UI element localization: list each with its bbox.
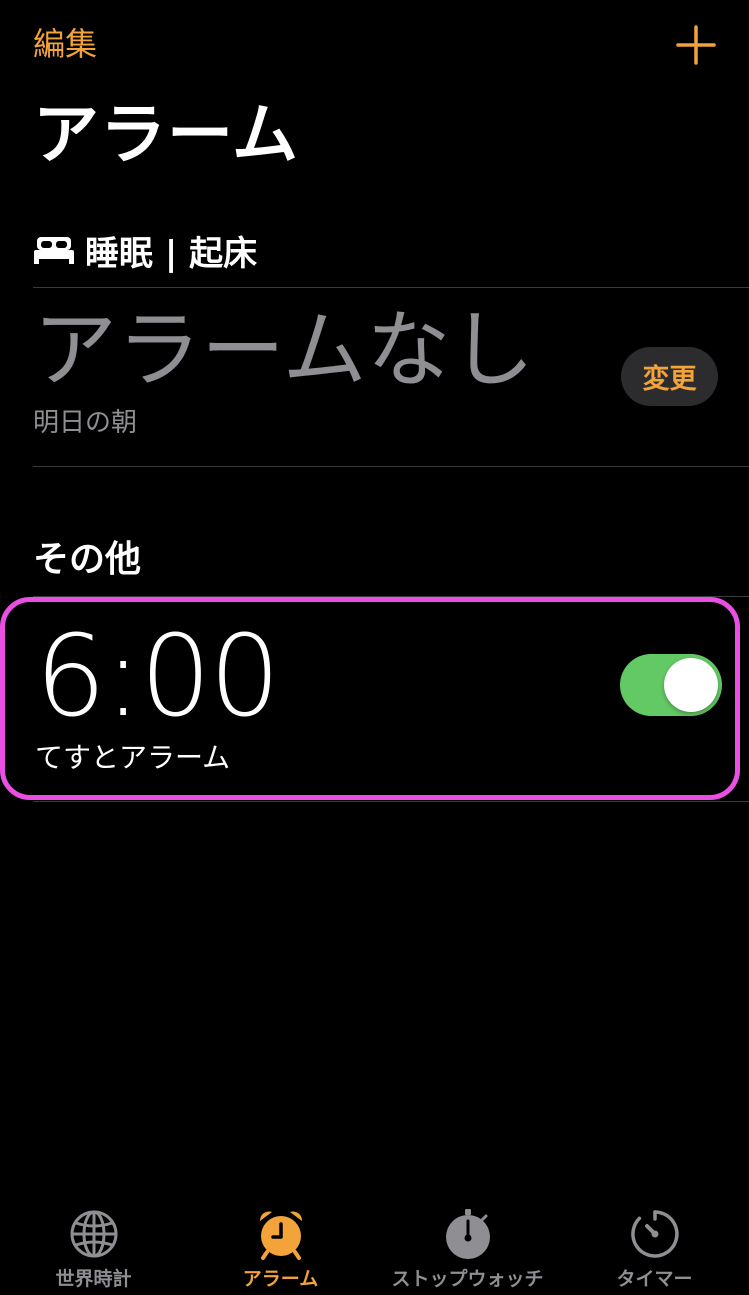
divider bbox=[33, 801, 749, 802]
tab-timer[interactable]: タイマー bbox=[561, 1195, 748, 1295]
alarm-time: 6:00 bbox=[35, 612, 281, 742]
add-alarm-button[interactable] bbox=[674, 23, 718, 67]
sleep-subtitle: 明日の朝 bbox=[33, 408, 138, 438]
tab-alarm[interactable]: アラーム bbox=[187, 1195, 374, 1295]
alarm-label: てすとアラーム bbox=[35, 741, 231, 774]
tab-label: 世界時計 bbox=[55, 1268, 132, 1290]
divider bbox=[33, 287, 749, 288]
other-section-title: その他 bbox=[33, 539, 142, 580]
tab-label: ストップウォッチ bbox=[391, 1268, 544, 1290]
tab-world-clock[interactable]: 世界時計 bbox=[0, 1195, 187, 1295]
tab-label: タイマー bbox=[616, 1268, 693, 1290]
page-title: アラーム bbox=[33, 96, 300, 173]
bed-icon bbox=[34, 237, 74, 264]
alarm-toggle[interactable] bbox=[620, 654, 722, 716]
sleep-no-alarm-text: アラームなし bbox=[33, 301, 535, 399]
sleep-section-title: 睡眠 | 起床 bbox=[85, 233, 258, 274]
plus-icon bbox=[676, 25, 716, 65]
globe-icon bbox=[70, 1210, 117, 1258]
tab-stopwatch[interactable]: ストップウォッチ bbox=[374, 1195, 561, 1295]
change-button[interactable]: 変更 bbox=[621, 347, 718, 406]
tab-label: アラーム bbox=[242, 1268, 319, 1290]
divider bbox=[33, 466, 749, 467]
edit-button[interactable]: 編集 bbox=[33, 24, 97, 64]
alarm-row[interactable]: 6:00 てすとアラーム bbox=[0, 597, 740, 800]
stopwatch-icon bbox=[445, 1209, 490, 1259]
tab-bar: 世界時計 アラーム ストップウォッチ タイマー bbox=[0, 1195, 749, 1295]
sleep-section-header: 睡眠 | 起床 bbox=[33, 226, 257, 274]
timer-icon bbox=[630, 1210, 679, 1258]
alarm-clock-icon bbox=[259, 1211, 302, 1260]
toggle-knob bbox=[664, 658, 718, 712]
